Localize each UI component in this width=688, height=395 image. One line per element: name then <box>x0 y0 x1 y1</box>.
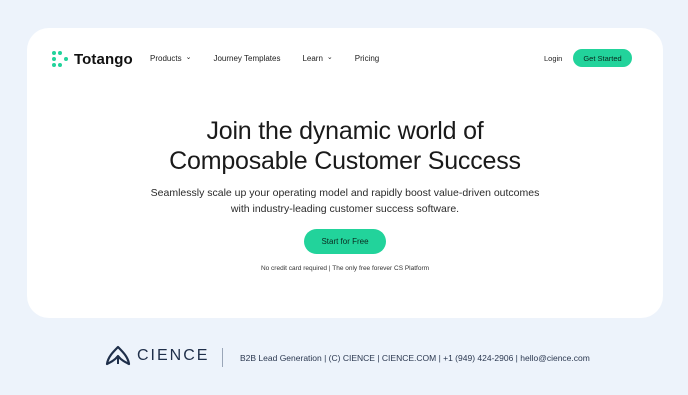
nav-item-label: Products <box>150 54 182 63</box>
get-started-button[interactable]: Get Started <box>573 49 632 67</box>
nav-item-label: Learn <box>302 54 323 63</box>
chevron-down-icon: ⌄ <box>185 54 192 61</box>
main-nav: Products ⌄ Journey Templates Learn ⌄ Pri… <box>150 54 401 63</box>
chevron-down-icon: ⌄ <box>326 54 333 61</box>
cience-logo-icon <box>105 345 131 366</box>
login-link[interactable]: Login <box>544 54 562 63</box>
nav-item-pricing[interactable]: Pricing <box>355 54 379 63</box>
headline-line-1: Join the dynamic world of <box>206 117 484 145</box>
start-for-free-button[interactable]: Start for Free <box>304 229 386 254</box>
hero-note: No credit card required | The only free … <box>260 265 430 272</box>
totango-dots-logo-icon <box>52 51 68 67</box>
hero-card: Totango Products ⌄ Journey Templates Lea… <box>27 28 663 318</box>
brand-logo[interactable]: Totango <box>52 48 133 70</box>
subtext-line-1: Seamlessly scale up your operating model… <box>150 187 540 199</box>
nav-item-learn[interactable]: Learn ⌄ <box>302 54 332 63</box>
subtext-line-2: with industry-leading customer success s… <box>230 203 460 215</box>
nav-item-journey-templates[interactable]: Journey Templates <box>213 54 280 63</box>
footer-divider <box>222 348 223 367</box>
hero-subtext: Seamlessly scale up your operating model… <box>27 185 663 217</box>
footer-info: B2B Lead Generation | (C) CIENCE | CIENC… <box>240 353 590 363</box>
nav-item-label: Journey Templates <box>213 54 281 63</box>
footer-logo[interactable]: CIENCE <box>105 345 209 367</box>
hero-headline: Join the dynamic world of Composable Cus… <box>27 116 663 176</box>
nav-item-label: Pricing <box>354 54 380 63</box>
headline-line-2: Composable Customer Success <box>169 147 521 175</box>
nav-item-products[interactable]: Products ⌄ <box>150 54 191 63</box>
brand-name: Totango <box>74 50 133 68</box>
footer-brand-name: CIENCE <box>137 347 210 364</box>
